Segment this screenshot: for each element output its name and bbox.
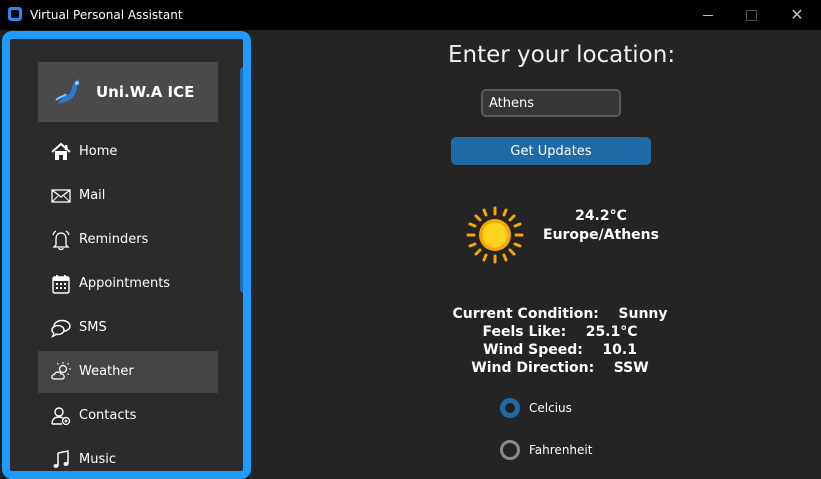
maximize-button[interactable] (728, 0, 774, 30)
condition-line: Current Condition: Sunny (410, 306, 710, 322)
celcius-label[interactable]: Celcius (529, 401, 572, 415)
timezone-value: Europe/Athens (543, 227, 659, 243)
sidebar-item-label: Mail (79, 188, 106, 203)
calendar-icon (52, 275, 70, 294)
sidebar-item-label: Home (79, 144, 118, 159)
detail-label: Wind Direction: (471, 360, 595, 376)
logo-icon (55, 79, 80, 104)
celcius-radio[interactable] (500, 398, 520, 418)
detail-label: Feels Like: (482, 324, 567, 340)
detail-value: 10.1 (602, 342, 637, 358)
temperature-value: 24.2°C (575, 208, 627, 224)
sidebar-item-home[interactable]: Home (38, 131, 218, 173)
wind-speed-line: Wind Speed: 10.1 (410, 342, 710, 358)
app-icon (8, 7, 22, 21)
sidebar-item-label: Reminders (79, 232, 149, 247)
sidebar-inner: Uni.W.A ICE Home Mail Reminders Appointm… (16, 39, 243, 471)
get-updates-button[interactable]: Get Updates (451, 137, 651, 165)
minimize-button[interactable] (685, 0, 731, 30)
sidebar-item-music[interactable]: Music (38, 439, 218, 471)
weather-icon (51, 362, 71, 380)
sidebar-scrollbar[interactable] (240, 67, 243, 293)
sidebar-item-label: Weather (79, 364, 134, 379)
bell-icon (52, 230, 70, 251)
logo-panel: Uni.W.A ICE (38, 62, 218, 122)
location-input[interactable] (481, 89, 621, 117)
sidebar-item-weather[interactable]: Weather (38, 351, 218, 393)
sidebar-item-label: Music (79, 452, 116, 467)
sidebar-item-mail[interactable]: Mail (38, 175, 218, 217)
window-title: Virtual Personal Assistant (30, 8, 183, 22)
sidebar-item-contacts[interactable]: Contacts (38, 395, 218, 437)
sidebar-item-sms[interactable]: SMS (38, 307, 218, 349)
wind-direction-line: Wind Direction: SSW (410, 360, 710, 376)
fahrenheit-label[interactable]: Fahrenheit (529, 443, 592, 457)
sun-icon (466, 206, 524, 264)
detail-label: Current Condition: (452, 306, 599, 322)
sidebar-item-label: SMS (79, 320, 107, 335)
contacts-icon (51, 407, 71, 426)
title-bar: Virtual Personal Assistant ✕ (0, 0, 821, 30)
detail-label: Wind Speed: (483, 342, 583, 358)
sidebar: Uni.W.A ICE Home Mail Reminders Appointm… (2, 31, 251, 479)
close-button[interactable]: ✕ (774, 0, 820, 30)
chat-icon (51, 319, 71, 338)
detail-value: 25.1°C (585, 324, 638, 340)
page-title: Enter your location: (448, 42, 676, 68)
logo-text: Uni.W.A ICE (96, 83, 195, 101)
mail-icon (51, 189, 71, 203)
sidebar-item-label: Contacts (79, 408, 137, 423)
sidebar-item-appointments[interactable]: Appointments (38, 263, 218, 305)
fahrenheit-radio[interactable] (500, 440, 520, 460)
music-icon (53, 450, 69, 468)
detail-value: Sunny (618, 306, 668, 322)
home-icon (51, 142, 71, 160)
sidebar-item-reminders[interactable]: Reminders (38, 219, 218, 261)
detail-value: SSW (613, 360, 649, 376)
feels-like-line: Feels Like: 25.1°C (410, 324, 710, 340)
sidebar-item-label: Appointments (79, 276, 171, 291)
